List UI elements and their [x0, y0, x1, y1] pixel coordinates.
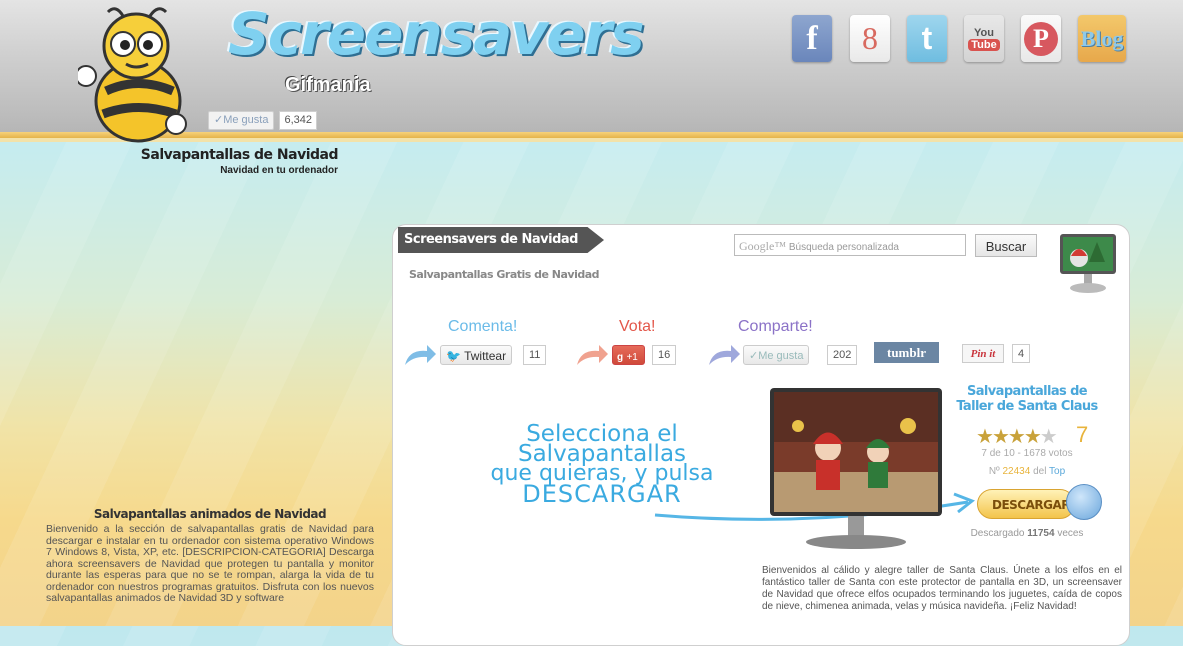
site-logo-subtitle[interactable]: Gifmania	[285, 74, 371, 97]
panel-subtitle: Salvapantallas Gratis de Navidad	[409, 268, 600, 281]
downloaded-suffix: veces	[1057, 528, 1084, 539]
bee-mascot-icon[interactable]	[78, 6, 228, 146]
curved-arrow-icon	[577, 345, 608, 365]
facebook-glyph: f	[806, 19, 818, 57]
like-count: 6,342	[279, 110, 317, 130]
screensaver-title-link[interactable]: Salvapantallas de Taller de Santa Claus	[952, 384, 1102, 414]
share-heading: Comparte!	[738, 318, 813, 335]
curved-arrow-icon	[709, 345, 740, 365]
rank-mid: del	[1033, 466, 1047, 477]
search-button[interactable]: Buscar	[975, 234, 1037, 257]
star-icon: ★	[991, 426, 1010, 448]
download-button[interactable]: DESCARGAR	[977, 489, 1075, 519]
vote-heading: Vota!	[619, 318, 656, 335]
site-logo-title[interactable]: Screensavers	[228, 0, 645, 68]
blog-label: Blog	[1080, 25, 1124, 51]
rank-prefix: Nº	[988, 466, 1000, 477]
google-search-logo: Google™	[739, 239, 787, 253]
tweet-label: Twittear	[464, 349, 507, 363]
votes-text: 7 de 10 - 1678 votos	[981, 448, 1073, 459]
pinterest-icon[interactable]: P	[1021, 15, 1061, 62]
pinit-button[interactable]: Pin it	[962, 344, 1004, 363]
search-placeholder: Búsqueda personalizada	[788, 242, 899, 253]
page-subtitle: Navidad en tu ordenador	[220, 165, 338, 176]
downloaded-prefix: Descargado	[970, 528, 1025, 539]
youtube-icon[interactable]: You Tube	[964, 15, 1004, 62]
google-plus-icon[interactable]: 8	[850, 15, 890, 62]
tumblr-share-button[interactable]: tumblr	[874, 342, 939, 363]
curved-arrow-icon	[405, 345, 436, 365]
category-description: Salvapantallas animados de Navidad Bienv…	[46, 507, 374, 605]
screensaver-preview-image[interactable]	[768, 386, 944, 552]
blog-icon[interactable]: Blog	[1078, 15, 1126, 62]
category-body: Bienvenido a la sección de salvapantalla…	[46, 523, 374, 604]
twitter-glyph: t	[921, 20, 933, 56]
youtube-label-bottom: Tube	[968, 38, 1000, 51]
callout-line-1: Selecciona el Salvapantallas	[517, 421, 687, 467]
star-empty-icon: ★	[1039, 426, 1058, 448]
twitter-icon[interactable]: t	[907, 15, 947, 62]
gplus-icon: g	[617, 352, 624, 363]
comment-heading: Comenta!	[448, 318, 518, 335]
gplus-count: 16	[652, 345, 677, 365]
panel-tab-title: Screensavers de Navidad	[398, 227, 604, 253]
tweet-count: 11	[523, 345, 547, 365]
gplus-label: +1	[626, 352, 638, 363]
monitor-icon	[1060, 234, 1116, 293]
download-count-text: Descargado 11754 veces	[952, 528, 1102, 539]
rank-text: Nº 22434 del Top	[952, 466, 1102, 477]
rating-value: 7	[1076, 422, 1089, 447]
tweet-button[interactable]: 🐦 Twittear	[440, 345, 513, 365]
star-icon: ★	[976, 426, 994, 448]
downloaded-count: 11754	[1027, 528, 1055, 539]
twitter-bird-icon: 🐦	[446, 349, 461, 363]
download-arrow-icon[interactable]	[1066, 484, 1102, 520]
top-link[interactable]: Top	[1049, 466, 1065, 477]
screensaver-description: Bienvenidos al cálido y alegre taller de…	[762, 565, 1122, 612]
search-input[interactable]: Google™ Búsqueda personalizada	[734, 234, 966, 256]
star-half-icon: ★	[1023, 426, 1042, 448]
header-like-widget: ✓Me gusta 6,342	[208, 110, 317, 130]
facebook-like-button[interactable]: ✓Me gusta	[208, 110, 275, 130]
facebook-like-share-button[interactable]: ✓Me gusta	[743, 345, 810, 365]
facebook-like-share-count: 202	[827, 345, 858, 365]
rank-number: 22434	[1002, 466, 1031, 477]
pinterest-glyph: P	[1024, 21, 1058, 56]
google-glyph: 8	[862, 20, 878, 56]
rating-stars[interactable]: ★★★★★	[976, 424, 1058, 449]
category-heading: Salvapantallas animados de Navidad	[93, 507, 327, 521]
youtube-label-top: You	[974, 26, 994, 39]
google-plus-one-button[interactable]: g +1	[612, 345, 645, 365]
star-icon: ★	[1007, 426, 1026, 448]
facebook-icon[interactable]: f	[792, 15, 832, 62]
pin-count: 4	[1012, 344, 1031, 363]
page-title: Salvapantallas de Navidad	[140, 147, 339, 163]
